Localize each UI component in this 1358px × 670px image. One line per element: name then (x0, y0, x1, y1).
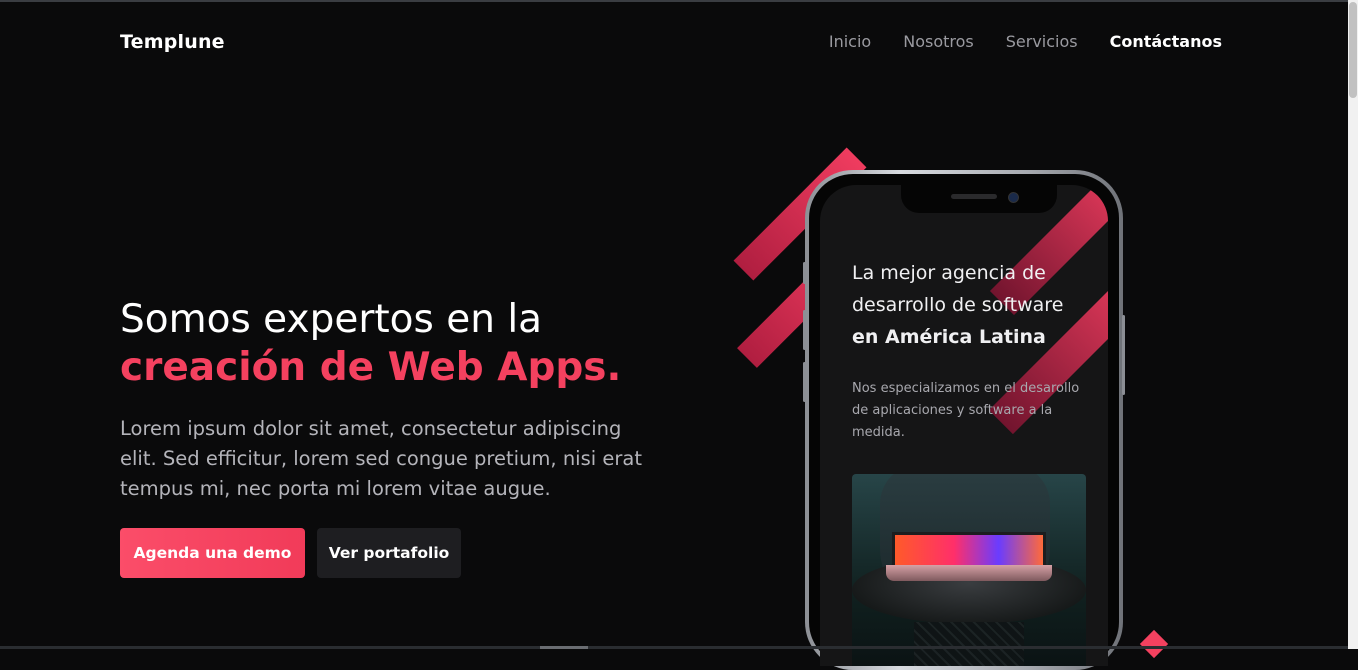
nav-inicio[interactable]: Inicio (829, 32, 871, 51)
camera-icon (1008, 192, 1019, 203)
hero-title-line1: Somos expertos en la (120, 297, 543, 342)
hero-title-accent: creación de Web Apps. (120, 345, 622, 390)
decorative-diamond (1139, 629, 1169, 659)
hero-title: Somos expertos en la creación de Web App… (120, 296, 621, 392)
vertical-scrollbar[interactable] (1348, 0, 1358, 649)
phone-side-button (803, 362, 806, 402)
main-nav: Inicio Nosotros Servicios Contáctanos (829, 32, 1222, 51)
hero-description: Lorem ipsum dolor sit amet, consectetur … (120, 417, 642, 500)
phone-headline-line1: La mejor agencia de desarrollo de softwa… (852, 262, 1064, 316)
phone-side-button (803, 310, 806, 350)
window-top-border (0, 0, 1358, 2)
nav-contactanos[interactable]: Contáctanos (1110, 32, 1222, 51)
agenda-demo-button[interactable]: Agenda una demo (120, 528, 305, 578)
phone-notch (901, 185, 1057, 213)
scrollbar-thumb[interactable] (1349, 2, 1357, 98)
phone-mockup: La mejor agencia de desarrollo de softwa… (803, 170, 1125, 670)
phone-side-button (803, 262, 806, 284)
laptop-on-chair-image (852, 474, 1086, 666)
nav-servicios[interactable]: Servicios (1006, 32, 1078, 51)
phone-screen: La mejor agencia de desarrollo de softwa… (820, 185, 1108, 666)
speaker-icon (951, 194, 997, 199)
phone-headline-bold: en América Latina (852, 326, 1046, 348)
brand-logo[interactable]: Templune (120, 31, 225, 53)
phone-headline: La mejor agencia de desarrollo de softwa… (852, 257, 1092, 353)
chair-legs (914, 622, 1024, 666)
nav-nosotros[interactable]: Nosotros (903, 32, 974, 51)
ver-portafolio-button[interactable]: Ver portafolio (317, 528, 461, 578)
laptop-screen (892, 532, 1046, 568)
laptop-base (886, 565, 1052, 581)
phone-bezel: La mejor agencia de desarrollo de softwa… (809, 174, 1119, 666)
phone-side-button (1122, 315, 1125, 395)
phone-description: Nos especializamos en el desarollo de ap… (852, 381, 1080, 440)
